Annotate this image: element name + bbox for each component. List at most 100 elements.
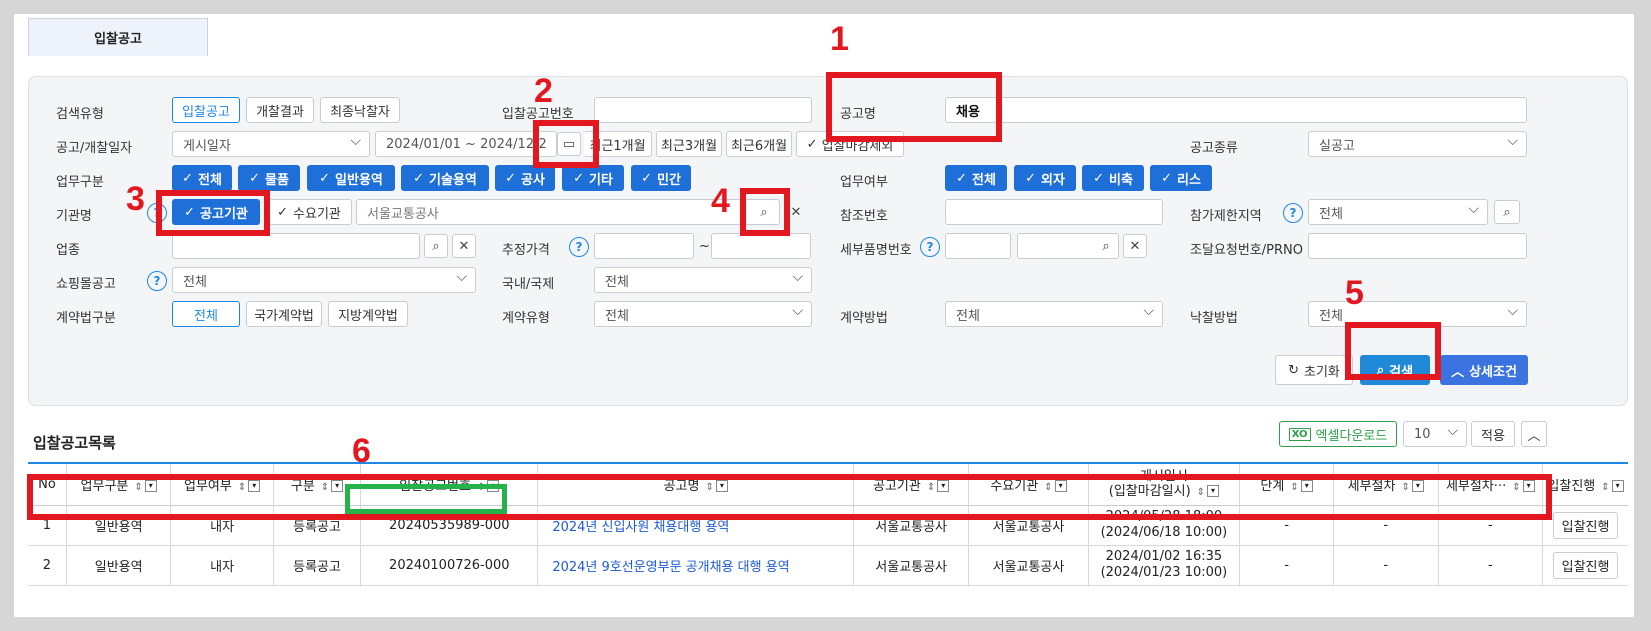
procure-input[interactable] <box>1308 233 1527 259</box>
task-chip-other[interactable]: ✓ 기타 <box>562 165 624 191</box>
cell-posted: 2024/01/02 16:35 (2024/01/23 10:00) <box>1088 545 1241 586</box>
title-link[interactable]: 2024년 신입사원 채용대행 용역 <box>552 520 729 535</box>
award-method-label: 낙찰방법 <box>1190 311 1238 326</box>
date-range-input[interactable]: 2024/01/01 ~ 2024/12/2 <box>375 131 557 157</box>
annotation-box-2 <box>533 120 599 168</box>
date-range-text: 2024/01/01 ~ 2024/12/ <box>386 136 539 152</box>
cell-task: 일반용역 <box>66 545 172 586</box>
help-icon[interactable]: ? <box>1283 203 1303 223</box>
filter-icon[interactable]: ▾ <box>1611 480 1624 493</box>
cell-action: 입찰진행 <box>1542 505 1628 546</box>
chip-label: 리스 <box>1176 172 1201 188</box>
price-separator: ~ <box>699 239 710 254</box>
page-tab[interactable]: 입찰공고 <box>28 18 208 56</box>
annotation-number-5: 5 <box>1345 274 1364 312</box>
cell-proc1: - <box>1333 545 1439 586</box>
task-chip-general-service[interactable]: ✓ 일반용역 <box>307 165 395 191</box>
domestic-select[interactable]: 전체 <box>594 267 812 293</box>
task-chip-goods[interactable]: ✓ 물품 <box>238 165 300 191</box>
price-max-input[interactable] <box>711 233 811 259</box>
bid-progress-button[interactable]: 입찰진행 <box>1552 511 1619 539</box>
check-icon: ✓ <box>956 170 967 186</box>
reset-button[interactable]: ↻ 초기화 <box>1275 355 1353 385</box>
help-icon[interactable]: ? <box>920 237 940 257</box>
task-chip-all[interactable]: ✓ 전체 <box>172 165 232 191</box>
contract-method-select[interactable]: 전체 <box>945 301 1163 327</box>
apply-button[interactable]: 적용 <box>1471 421 1515 447</box>
reset-label: 초기화 <box>1304 364 1340 380</box>
region-select[interactable]: 전체 <box>1308 199 1488 225</box>
excel-download-button[interactable]: XO 엑셀다운로드 <box>1279 421 1397 447</box>
biz-chip-lease[interactable]: ✓ 리스 <box>1150 165 1212 191</box>
biz-chip-foreign[interactable]: ✓ 외자 <box>1014 165 1076 191</box>
search-type-opening[interactable]: 개찰결과 <box>246 97 314 123</box>
chip-label: 수요기관 <box>293 206 341 222</box>
check-icon: ✓ <box>277 204 289 220</box>
list-title: 입찰공고목록 <box>33 434 116 452</box>
deadline-date: (2024/01/23 10:00) <box>1100 565 1228 580</box>
check-icon: ✓ <box>182 170 193 186</box>
sort-icon[interactable]: ⇕ <box>1601 482 1609 493</box>
est-price-label: 추정가격 <box>502 243 550 258</box>
search-icon[interactable]: ⌕ <box>1494 200 1520 224</box>
contract-type-select[interactable]: 전체 <box>594 301 812 327</box>
search-icon[interactable]: ⌕ <box>424 234 448 258</box>
col-action[interactable]: 입찰진행 ⇕ ▾ <box>1542 462 1628 506</box>
chip-label: 전체 <box>197 172 222 188</box>
biz-chip-all[interactable]: ✓ 전체 <box>945 165 1007 191</box>
contract-type-label: 계약유형 <box>502 311 550 326</box>
help-icon[interactable]: ? <box>569 237 589 257</box>
cell-proc2: - <box>1438 545 1544 586</box>
detail-item-code-input[interactable] <box>945 233 1011 259</box>
search-type-bid[interactable]: 입찰공고 <box>172 97 240 123</box>
mall-label: 쇼핑몰공고 <box>56 277 116 292</box>
recent-6m-button[interactable]: 최근6개월 <box>726 131 792 157</box>
ref-no-input[interactable] <box>945 199 1163 225</box>
agency-demand-chip[interactable]: ✓ 수요기관 <box>266 199 352 225</box>
posted-date: 2024/01/02 16:35 <box>1105 549 1223 564</box>
contract-law-all[interactable]: 전체 <box>172 301 240 327</box>
annotation-box-3 <box>156 190 270 236</box>
chevron-up-icon: ︿ <box>1451 364 1465 380</box>
ref-no-label: 참조번호 <box>840 209 888 224</box>
bid-progress-button[interactable]: 입찰진행 <box>1552 551 1619 579</box>
help-icon[interactable]: ? <box>147 271 167 291</box>
annotation-box-1 <box>826 72 1002 142</box>
title-input[interactable]: 채용 <box>945 97 1527 123</box>
task-label: 업무구분 <box>56 175 104 190</box>
bid-no-input[interactable] <box>594 97 812 123</box>
search-icon[interactable]: ⌕ <box>1094 234 1118 258</box>
contract-law-national[interactable]: 국가계약법 <box>246 301 322 327</box>
annotation-number-1: 1 <box>830 20 849 58</box>
chip-label: 외자 <box>1040 172 1065 188</box>
price-min-input[interactable] <box>594 233 694 259</box>
agency-label: 기관명 <box>56 209 92 224</box>
chevron-up-icon: ︿ <box>1527 428 1541 444</box>
industry-input[interactable] <box>172 233 420 259</box>
chip-label: 일반용역 <box>335 172 383 188</box>
cell-title: 2024년 9호선운영부문 공개채용 대행 용역 <box>537 545 855 586</box>
task-chip-private[interactable]: ✓ 민간 <box>631 165 691 191</box>
detail-toggle-button[interactable]: ︿ 상세조건 <box>1440 355 1528 385</box>
page-size-select[interactable]: 10 <box>1403 421 1467 447</box>
contract-law-local[interactable]: 지방계약법 <box>328 301 408 327</box>
collapse-button[interactable]: ︿ <box>1521 421 1547 447</box>
task-chip-construction[interactable]: ✓ 공사 <box>495 165 555 191</box>
close-icon[interactable]: ✕ <box>1123 234 1147 258</box>
annotation-number-4: 4 <box>711 182 730 220</box>
close-icon[interactable]: ✕ <box>452 234 476 258</box>
search-type-final[interactable]: 최종낙찰자 <box>320 97 400 123</box>
biz-chip-stockpile[interactable]: ✓ 비축 <box>1082 165 1144 191</box>
annotation-number-2: 2 <box>534 72 553 110</box>
table-row[interactable]: 2 일반용역 내자 등록공고 20240100726-000 2024년 9호선… <box>28 545 1628 586</box>
task-chip-tech-service[interactable]: ✓ 기술용역 <box>401 165 489 191</box>
date-type-select[interactable]: 게시일자 <box>172 131 370 157</box>
notice-kind-select[interactable]: 실공고 <box>1308 131 1527 157</box>
check-icon: ✓ <box>413 170 425 186</box>
search-type-label: 검색유형 <box>56 107 104 122</box>
chip-label: 비축 <box>1108 172 1133 188</box>
mall-select[interactable]: 전체 <box>172 267 476 293</box>
chip-label: 민간 <box>656 172 681 188</box>
recent-3m-button[interactable]: 최근3개월 <box>656 131 722 157</box>
title-link[interactable]: 2024년 9호선운영부문 공개채용 대행 용역 <box>552 560 789 575</box>
